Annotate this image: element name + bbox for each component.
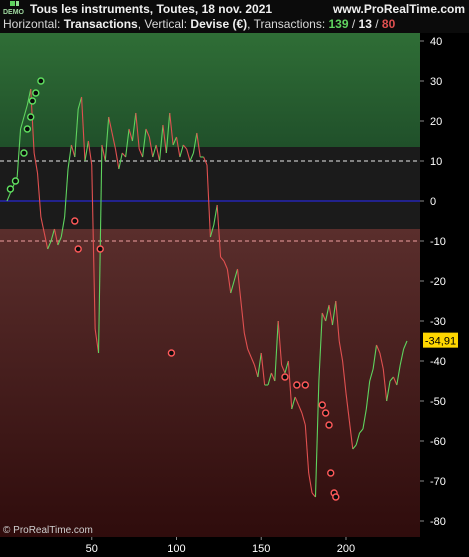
positive-zone [0,33,420,147]
y-tick-label: -40 [430,356,446,368]
count-win: 13 [359,17,373,31]
trade-marker[interactable] [293,381,301,389]
y-tick-label: -20 [430,276,446,288]
site-url: www.ProRealTime.com [332,2,465,16]
trade-marker[interactable] [20,149,28,157]
y-tick-label: -50 [430,396,446,408]
trade-marker[interactable] [327,469,335,477]
trade-marker[interactable] [321,409,330,417]
trade-marker[interactable] [332,493,340,501]
x-tick-label: 150 [252,543,270,555]
x-tick-label: 50 [86,543,98,555]
y-tick-label: 10 [430,156,442,168]
y-tick-label: -70 [430,476,446,488]
trade-marker[interactable] [6,185,15,193]
neutral-zone [0,147,420,229]
demo-logo-text: DEMO [3,9,25,16]
trade-marker[interactable] [74,245,82,253]
chart-info-line: Horizontal: Transactions, Vertical: Devi… [3,17,396,31]
trade-marker[interactable] [32,89,40,97]
y-tick-label: -10 [430,236,446,248]
trade-marker[interactable] [71,217,79,225]
y-tick-label: 20 [430,116,442,128]
trade-marker[interactable] [281,373,289,381]
y-tick-label: 30 [430,76,442,88]
x-axis-panel [0,537,420,557]
y-tick-label: -80 [430,516,446,528]
y-tick-label: 0 [430,196,436,208]
trade-marker[interactable] [325,421,333,429]
trade-marker[interactable] [28,97,37,105]
trade-marker[interactable] [167,349,176,357]
x-tick-label: 100 [167,543,185,555]
y-tick-label: 40 [430,36,442,48]
count-loss: 80 [382,17,396,31]
trade-marker[interactable] [11,177,20,185]
negative-zone [0,229,420,537]
watermark: © ProRealTime.com [3,525,93,536]
prorealtime-window: DEMO Tous les instruments, Toutes, 18 no… [0,0,469,557]
count-total: 139 [329,17,349,31]
y-tick-label: -30 [430,316,446,328]
equity-curve-chart[interactable]: DEMO Tous les instruments, Toutes, 18 no… [0,0,469,557]
demo-logo: DEMO [3,1,25,16]
trade-marker[interactable] [37,77,45,85]
trade-marker[interactable] [318,401,326,409]
chart-title: Tous les instruments, Toutes, 18 nov. 20… [30,2,272,16]
y-tick-label: -60 [430,436,446,448]
last-value-label: -34,91 [425,336,456,348]
trade-marker[interactable] [27,113,35,121]
trade-marker[interactable] [301,381,310,389]
x-tick-label: 200 [337,543,355,555]
trade-marker[interactable] [23,125,32,133]
trade-marker[interactable] [96,245,104,253]
